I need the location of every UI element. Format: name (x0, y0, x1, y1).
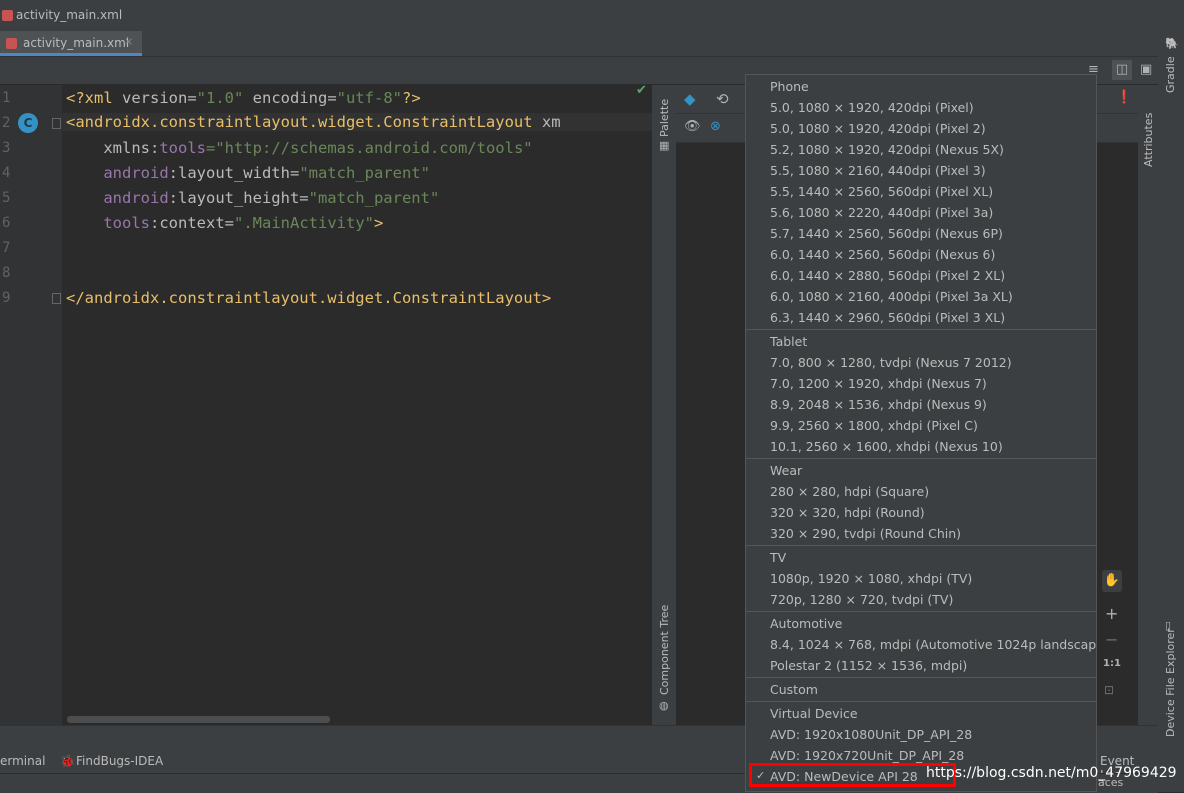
right-tool-strip: 🐘 Gradle ▯ Device File Explorer (1158, 31, 1184, 792)
menu-item-device[interactable]: 720p, 1280 × 720, tvdpi (TV) (770, 592, 953, 607)
line-number: 8 (2, 265, 11, 281)
code-line-5: android:layout_height="match_parent" (103, 189, 440, 207)
close-icon[interactable]: × (124, 35, 133, 48)
line-number: 3 (2, 140, 11, 156)
menu-item-device[interactable]: Polestar 2 (1152 × 1536, mdpi) (770, 658, 967, 673)
line-number: 2 (2, 115, 11, 131)
attributes-tab[interactable]: Attributes (1142, 113, 1155, 167)
menu-section-wear: Wear (770, 463, 803, 478)
menu-item-device[interactable]: 5.5, 1080 × 2160, 440dpi (Pixel 3) (770, 163, 986, 178)
menu-item-avd[interactable]: AVD: 1920x720Unit_DP_API_28 (770, 748, 964, 763)
editor-tab-bar: activity_main.xml × (0, 31, 1158, 57)
watermark: https://blog.csdn.net/m0_47969429 (926, 765, 1177, 781)
code-line-9: </androidx.constraintlayout.widget.Const… (66, 289, 552, 307)
menu-separator (746, 545, 1096, 546)
menu-item-device[interactable]: 9.9, 2560 × 1800, xhdpi (Pixel C) (770, 418, 978, 433)
design-view-icon[interactable]: ▣ (1140, 62, 1152, 77)
line-number: 6 (2, 215, 11, 231)
title-bar: activity_main.xml (0, 0, 1184, 32)
line-number: 5 (2, 190, 11, 206)
menu-separator (746, 611, 1096, 612)
menu-section-phone: Phone (770, 79, 809, 94)
menu-item-device[interactable]: 5.5, 1440 × 2560, 560dpi (Pixel XL) (770, 184, 993, 199)
menu-separator (746, 701, 1096, 702)
zoom-fit-icon[interactable]: ⊡ (1104, 683, 1114, 697)
layers-icon[interactable]: ◆ (684, 90, 696, 108)
menu-item-device[interactable]: 280 × 280, hdpi (Square) (770, 484, 929, 499)
zoom-reset-button[interactable]: 1:1 (1103, 658, 1121, 669)
line-number: 4 (2, 165, 11, 181)
findbugs-tab[interactable]: FindBugs-IDEA (76, 754, 163, 768)
palette-icon: ▦ (659, 139, 670, 152)
code-line-4: android:layout_width="match_parent" (103, 164, 430, 182)
magnet-icon[interactable]: ⊗ (710, 119, 721, 134)
xml-file-icon (2, 10, 13, 21)
fold-icon[interactable] (52, 118, 61, 129)
tab-activity-main[interactable]: activity_main.xml × (0, 31, 142, 56)
menu-item-device[interactable]: 5.0, 1080 × 1920, 420dpi (Pixel) (770, 100, 974, 115)
menu-item-device[interactable]: 6.0, 1080 × 2160, 400dpi (Pixel 3a XL) (770, 289, 1013, 304)
line-number: 7 (2, 240, 11, 256)
zoom-out-button[interactable]: − (1105, 630, 1118, 649)
menu-item-device[interactable]: 5.7, 1440 × 2560, 560dpi (Nexus 6P) (770, 226, 1003, 241)
menu-section-tablet: Tablet (770, 334, 808, 349)
class-badge-icon[interactable]: C (18, 113, 38, 133)
menu-item-device[interactable]: 6.0, 1440 × 2560, 560dpi (Nexus 6) (770, 247, 995, 262)
palette-strip: Palette ▦ Component Tree ◍ (652, 85, 676, 725)
orientation-icon[interactable]: ⟲ (716, 90, 729, 108)
pan-hand-icon[interactable]: ✋ (1102, 570, 1122, 592)
zoom-in-button[interactable]: + (1105, 604, 1118, 623)
tab-label: activity_main.xml (23, 36, 130, 50)
code-line-2: <androidx.constraintlayout.widget.Constr… (62, 113, 654, 131)
code-line-6: tools:context=".MainActivity"> (103, 214, 384, 232)
menu-separator (746, 329, 1096, 330)
fold-icon[interactable] (52, 293, 61, 304)
menu-item-device[interactable]: 5.0, 1080 × 1920, 420dpi (Pixel 2) (770, 121, 986, 136)
window-title: activity_main.xml (16, 8, 123, 22)
menu-section-tv: TV (770, 550, 787, 565)
menu-item-device[interactable]: 8.9, 2048 × 1536, xhdpi (Nexus 9) (770, 397, 987, 412)
code-editor[interactable]: <?xml version="1.0" encoding="utf-8"?> <… (62, 83, 654, 725)
xml-file-icon (6, 38, 17, 49)
menu-section-automotive: Automotive (770, 616, 843, 631)
component-tree-tab[interactable]: Component Tree (658, 605, 671, 695)
menu-item-device[interactable]: 5.6, 1080 × 2220, 440dpi (Pixel 3a) (770, 205, 993, 220)
attributes-strip: Attributes (1138, 85, 1158, 725)
menu-item-device[interactable]: 6.3, 1440 × 2960, 560dpi (Pixel 3 XL) (770, 310, 1005, 325)
menu-item-device[interactable]: 10.1, 2560 × 1600, xhdpi (Nexus 10) (770, 439, 1003, 454)
menu-item-device[interactable]: 320 × 290, tvdpi (Round Chin) (770, 526, 961, 541)
device-file-explorer-tab[interactable]: Device File Explorer (1164, 628, 1177, 737)
highlight-box (749, 763, 956, 787)
horizontal-scrollbar[interactable] (67, 716, 330, 723)
menu-section-virtual-device: Virtual Device (770, 706, 858, 721)
tree-icon: ◍ (659, 699, 669, 712)
device-dropdown-menu: Phone 5.0, 1080 × 1920, 420dpi (Pixel) 5… (745, 74, 1097, 792)
code-line-3: xmlns:tools="http://schemas.android.com/… (103, 139, 533, 157)
menu-section-custom[interactable]: Custom (770, 682, 818, 697)
menu-item-avd[interactable]: AVD: 1920x1080Unit_DP_API_28 (770, 727, 972, 742)
code-line-1: <?xml version="1.0" encoding="utf-8"?> (66, 89, 421, 107)
menu-separator (746, 677, 1096, 678)
warning-icon[interactable]: ❗ (1116, 90, 1132, 105)
line-number: 1 (2, 90, 11, 106)
menu-item-device[interactable]: 7.0, 1200 × 1920, xhdpi (Nexus 7) (770, 376, 987, 391)
line-number-gutter: 1 2 3 4 5 6 7 8 9 C (0, 85, 62, 725)
bug-icon: 🐞 (60, 754, 75, 768)
gradle-icon: 🐘 (1165, 37, 1179, 50)
split-view-icon[interactable]: ◫ (1112, 60, 1132, 80)
menu-item-device[interactable]: 1080p, 1920 × 1080, xhdpi (TV) (770, 571, 972, 586)
terminal-tab[interactable]: erminal (0, 754, 45, 768)
line-number: 9 (2, 290, 11, 306)
eye-icon[interactable]: 👁 (684, 119, 701, 134)
check-icon: ✔ (636, 83, 647, 98)
menu-separator (746, 458, 1096, 459)
zoom-controls: ✋ + − 1:1 ⊡ (1098, 568, 1124, 708)
menu-item-device[interactable]: 6.0, 1440 × 2880, 560dpi (Pixel 2 XL) (770, 268, 1005, 283)
menu-item-device[interactable]: 8.4, 1024 × 768, mdpi (Automotive 1024p … (770, 637, 1096, 652)
menu-item-device[interactable]: 7.0, 800 × 1280, tvdpi (Nexus 7 2012) (770, 355, 1012, 370)
menu-item-device[interactable]: 320 × 320, hdpi (Round) (770, 505, 925, 520)
palette-tab[interactable]: Palette (658, 99, 671, 137)
menu-item-device[interactable]: 5.2, 1080 × 1920, 420dpi (Nexus 5X) (770, 142, 1004, 157)
gradle-tab[interactable]: Gradle (1164, 56, 1177, 93)
